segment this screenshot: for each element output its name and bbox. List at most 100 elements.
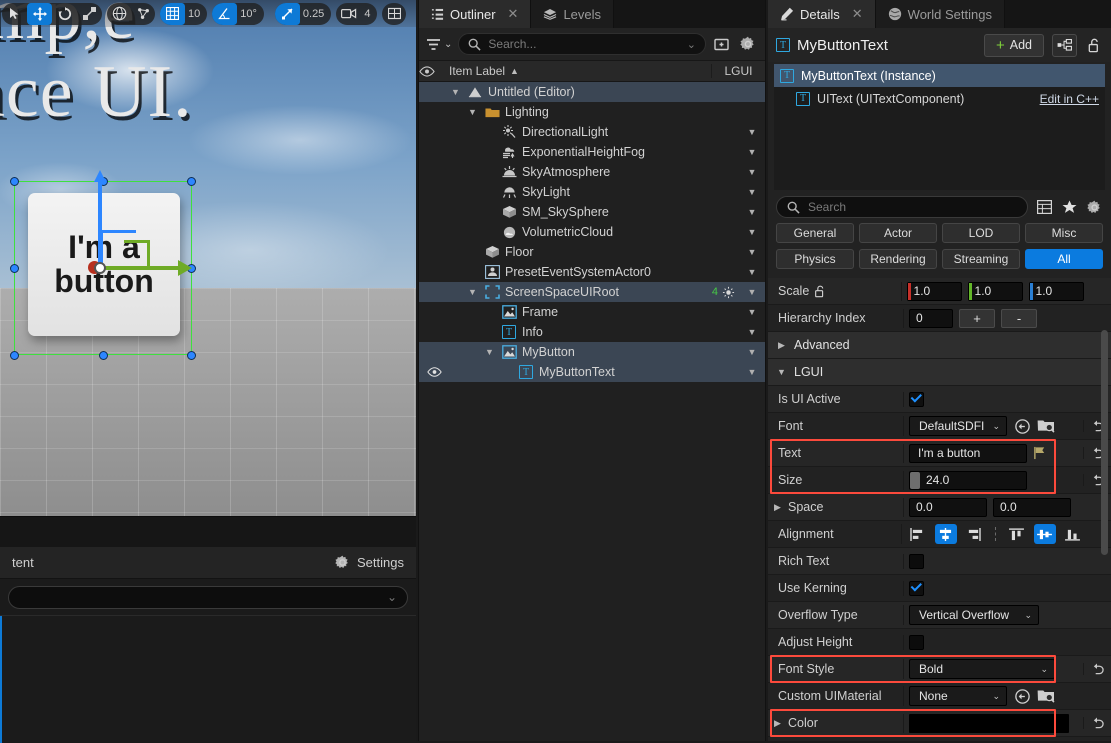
tab-levels[interactable]: Levels xyxy=(531,0,615,28)
outliner-row-name[interactable]: PresetEventSystemActor0 xyxy=(449,265,739,279)
layout-icon[interactable] xyxy=(382,3,406,25)
hierarchy-index-decrement-button[interactable]: - xyxy=(1001,308,1037,328)
align-vertical-right-icon[interactable] xyxy=(1062,524,1084,544)
outliner-row-lighting[interactable]: ▼ Lighting xyxy=(419,102,765,122)
content-browser-panel[interactable]: tent Settings ⌄ xyxy=(0,516,416,743)
property-row-font[interactable]: Font DefaultSDFI ⌄ xyxy=(768,413,1111,440)
reset-to-default-icon[interactable] xyxy=(1083,663,1111,675)
align-vertical-left-icon[interactable] xyxy=(1006,524,1028,544)
outliner-row-untitled-editor-[interactable]: ▼ Untitled (Editor) xyxy=(419,82,765,102)
filter-category-all[interactable]: All xyxy=(1025,249,1103,269)
outliner-toolbar[interactable]: ⌄ Search... ⌄ xyxy=(419,28,765,60)
filter-category-misc[interactable]: Misc xyxy=(1025,223,1103,243)
outliner-row-name[interactable]: SM_SkySphere xyxy=(449,205,739,219)
row-dropdown-chevron-icon[interactable]: ▼ xyxy=(739,147,765,157)
outliner-row-directionallight[interactable]: DirectionalLight ▼ xyxy=(419,122,765,142)
select-icon[interactable] xyxy=(2,3,27,25)
caret-down-icon[interactable]: ▼ xyxy=(466,287,479,297)
chevron-down-icon[interactable]: ⌄ xyxy=(1024,610,1032,621)
edit-in-cpp-link[interactable]: Edit in C++ xyxy=(1040,92,1099,106)
row-dropdown-chevron-icon[interactable]: ▼ xyxy=(739,167,765,177)
outliner-row-floor[interactable]: Floor ▼ xyxy=(419,242,765,262)
coordinate-system-group[interactable] xyxy=(107,2,155,25)
property-value-cell[interactable]: 0 + - xyxy=(903,308,1083,328)
component-row[interactable]: T UIText (UITextComponent) Edit in C++ xyxy=(774,87,1105,110)
reset-to-default-icon[interactable] xyxy=(1083,717,1111,729)
angle-snap-group[interactable]: 10° xyxy=(212,2,264,25)
size-input[interactable]: 24.0 xyxy=(909,470,1027,490)
outliner-column-header[interactable]: Item Label ▲ LGUI xyxy=(419,60,765,82)
filter-category-actor[interactable]: Actor xyxy=(859,223,937,243)
outliner-row-exponentialheightfog[interactable]: ExponentialHeightFog ▼ xyxy=(419,142,765,162)
row-dropdown-chevron-icon[interactable]: ▼ xyxy=(739,267,765,277)
outliner-row-name[interactable]: ▼ MyButton xyxy=(449,345,739,359)
row-dropdown-chevron-icon[interactable]: ▼ xyxy=(739,327,765,337)
property-row-hierarchy-index[interactable]: Hierarchy Index 0 + - xyxy=(768,305,1111,332)
custom-uimaterial-asset-picker[interactable]: None ⌄ xyxy=(909,686,1007,706)
rich-text-checkbox[interactable] xyxy=(909,553,924,569)
settings-gear-icon[interactable] xyxy=(738,34,758,54)
lock-open-icon[interactable] xyxy=(1085,36,1103,54)
filter-category-lod[interactable]: LOD xyxy=(942,223,1020,243)
chevron-down-icon[interactable]: ⌄ xyxy=(387,590,397,604)
column-lgui[interactable]: LGUI xyxy=(711,64,765,78)
font-style-dropdown[interactable]: Bold ⌄ xyxy=(909,659,1055,679)
property-row-size[interactable]: Size 24.0 xyxy=(768,467,1111,494)
align-vertical-center-icon[interactable] xyxy=(1033,524,1056,544)
component-list[interactable]: T MyButtonText (Instance) T UIText (UITextC… xyxy=(774,64,1105,190)
row-dropdown-chevron-icon[interactable]: ▼ xyxy=(739,207,765,217)
row-dropdown-chevron-icon[interactable]: ▼ xyxy=(739,227,765,237)
outliner-row-volumetriccloud[interactable]: VolumetricCloud ▼ xyxy=(419,222,765,242)
use-selected-asset-icon[interactable] xyxy=(1013,417,1031,435)
camera-speed-icon[interactable] xyxy=(336,3,361,25)
outliner-row-name[interactable]: ▼ ScreenSpaceUIRoot xyxy=(449,285,712,299)
outliner-row-info[interactable]: T Info ▼ xyxy=(419,322,765,342)
move-icon[interactable] xyxy=(27,2,52,25)
world-icon[interactable] xyxy=(107,3,131,25)
outliner-row-skyatmosphere[interactable]: SkyAtmosphere ▼ xyxy=(419,162,765,182)
lock-open-icon[interactable] xyxy=(814,285,826,298)
outliner-row-name[interactable]: Frame xyxy=(449,305,739,319)
property-row-rich-text[interactable]: Rich Text xyxy=(768,548,1111,575)
caret-right-icon[interactable]: ▶ xyxy=(772,502,783,513)
filter-category-row-2[interactable]: Physics Rendering Streaming All xyxy=(768,246,1111,272)
visibility-column-icon[interactable] xyxy=(419,65,449,77)
row-dropdown-chevron-icon[interactable]: ▼ xyxy=(739,307,765,317)
property-row-text[interactable]: Text I'm a button xyxy=(768,440,1111,467)
outliner-row-name[interactable]: SkyAtmosphere xyxy=(449,165,739,179)
browse-asset-icon[interactable] xyxy=(1037,688,1055,704)
details-tabbar[interactable]: Details ✕ World Settings xyxy=(768,0,1111,28)
row-dropdown-chevron-icon[interactable]: ▼ xyxy=(739,187,765,197)
space-y-input[interactable]: 0.0 xyxy=(993,497,1071,517)
text-property-input[interactable]: I'm a button xyxy=(909,443,1027,463)
filter-category-general[interactable]: General xyxy=(776,223,854,243)
property-row-space[interactable]: ▶ Space 0.0 0.0 xyxy=(768,494,1111,521)
outliner-row-name[interactable]: ExponentialHeightFog xyxy=(449,145,739,159)
details-search-input[interactable]: Search xyxy=(776,196,1028,218)
color-swatch[interactable] xyxy=(909,713,1069,733)
browse-asset-icon[interactable] xyxy=(1037,418,1055,434)
hierarchy-index-increment-button[interactable]: + xyxy=(959,308,995,328)
property-value-cell[interactable] xyxy=(903,580,1083,596)
viewport-toolbar[interactable]: 10 10° 0.25 4 xyxy=(0,0,416,27)
outliner-row-mybutton[interactable]: ▼ MyButton ▼ xyxy=(419,342,765,362)
grid-snap-group[interactable]: 10 xyxy=(160,2,208,25)
grid-snap-value[interactable]: 10 xyxy=(185,8,207,20)
property-row-overflow-type[interactable]: Overflow Type Vertical Overflow ⌄ xyxy=(768,602,1111,629)
property-row-font-style[interactable]: Font Style Bold ⌄ xyxy=(768,656,1111,683)
hierarchy-index-input[interactable]: 0 xyxy=(909,308,953,328)
snap-actor-icon[interactable] xyxy=(131,3,155,25)
use-kerning-checkbox[interactable] xyxy=(909,580,924,596)
caret-right-icon[interactable]: ▶ xyxy=(772,718,783,729)
property-group-lgui[interactable]: ▼ LGUI xyxy=(768,359,1111,386)
settings-gear-icon[interactable] xyxy=(1085,198,1103,216)
property-row-is-ui-active[interactable]: Is UI Active xyxy=(768,386,1111,413)
outliner-row-screenspaceuiroot[interactable]: ▼ ScreenSpaceUIRoot 4 ▼ xyxy=(419,282,765,302)
close-icon[interactable]: ✕ xyxy=(508,6,519,22)
outliner-row-mybuttontext[interactable]: T MyButtonText ▼ xyxy=(419,362,765,382)
filter-category-streaming[interactable]: Streaming xyxy=(942,249,1020,269)
outliner-tree[interactable]: ▼ Untitled (Editor) ▼ Lighting DirectionalLi… xyxy=(419,82,765,382)
outliner-row-preseteventsystemactor0[interactable]: PresetEventSystemActor0 ▼ xyxy=(419,262,765,282)
scale-z-input[interactable]: 1.0 xyxy=(1028,281,1084,301)
grid-snap-icon[interactable] xyxy=(160,2,185,25)
